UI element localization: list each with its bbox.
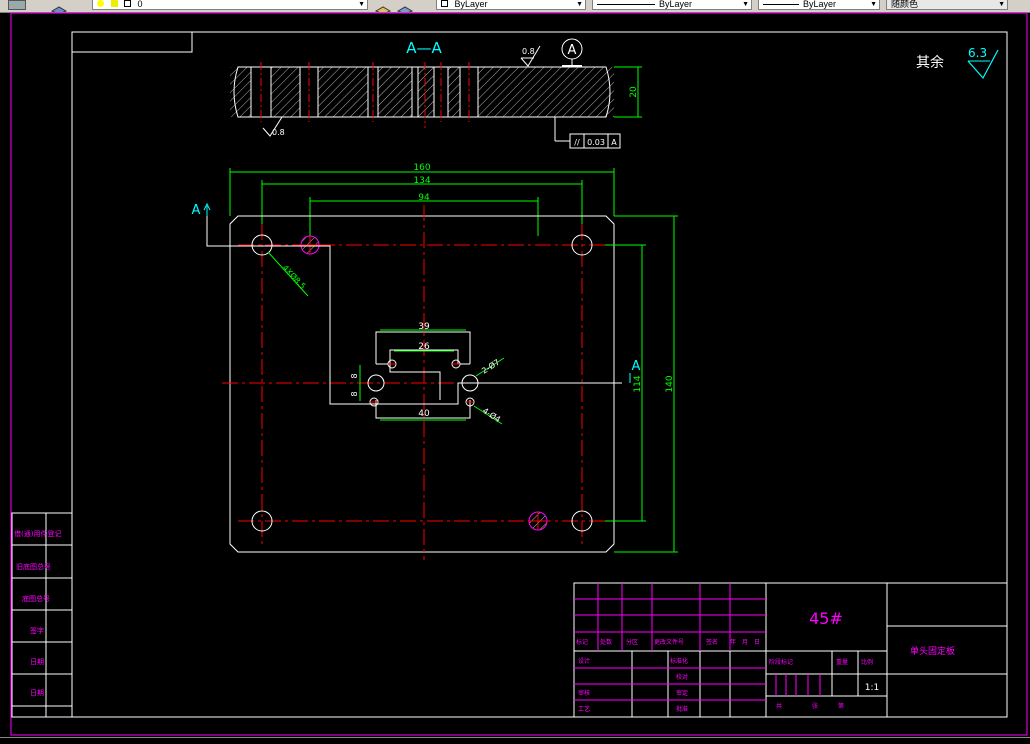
title-block: 45# 单头固定板 1:1 标记 处数 分区 更改文件号 签名 年 月 日 设计…	[573, 582, 1008, 718]
left-sidebar	[11, 512, 73, 718]
layer-value: 0	[137, 0, 143, 9]
dim-140: 140	[665, 375, 675, 392]
row-mark: 日	[754, 639, 760, 646]
chevron-down-icon: ▼	[870, 1, 877, 8]
sidebar-item: 借(通)用件登记	[14, 529, 61, 538]
sun-icon	[110, 0, 118, 7]
color-value: ByLayer	[454, 0, 488, 9]
dim-114: 114	[633, 375, 643, 392]
sidebar-item: 日期	[30, 658, 44, 666]
chevron-down-icon: ▼	[358, 1, 365, 8]
sheet-border	[10, 12, 1028, 736]
chevron-down-icon: ▼	[576, 1, 583, 8]
parallel-symbol: //	[574, 138, 580, 147]
row-mark: 更改文件号	[654, 638, 684, 646]
code-box	[71, 31, 193, 53]
design-label: 设计	[578, 657, 590, 665]
lineweight-value: ByLayer	[803, 0, 837, 9]
material-label: 45#	[809, 609, 843, 628]
make-layer-current-icon[interactable]	[374, 0, 392, 12]
dim-40: 40	[418, 409, 430, 419]
row-mark: 月	[742, 639, 748, 646]
dim-8b: 8	[350, 391, 359, 396]
remainder-roughness-value: 6.3	[968, 46, 987, 60]
chevron-down-icon: ▼	[742, 1, 749, 8]
sidebar-item: 签字	[30, 626, 44, 635]
sidebar-item: 日期	[30, 689, 44, 697]
dim-134: 134	[413, 176, 430, 186]
row-mark: 标记	[576, 638, 588, 646]
scale-value: 1:1	[865, 683, 879, 693]
hole-callout-2: 2-Ø7	[480, 357, 502, 376]
section-label: A—A	[406, 39, 442, 57]
plotstyle-dropdown[interactable]: 随颜色 ▼	[886, 0, 1008, 10]
layer-state-icon[interactable]	[50, 0, 68, 12]
lightbulb-icon	[97, 0, 104, 7]
parallel-tolerance: 0.03	[587, 138, 605, 147]
remainder-roughness: 其余 6.3	[916, 46, 999, 80]
dim-39: 39	[418, 322, 430, 332]
dim-8a: 8	[350, 373, 359, 378]
view-arrow-left: A	[192, 203, 201, 218]
row-mark: 年	[730, 638, 736, 646]
drawing-canvas[interactable]: A—A 20 0.8 A 0.8 // 0.03 A 其余 6.3 160 13…	[0, 12, 1030, 737]
part-name: 单头固定板	[910, 645, 955, 657]
row-mark: 处数	[600, 638, 612, 646]
thickness-dim: 20	[629, 86, 639, 98]
lineweight-dropdown[interactable]: ByLayer ▼	[758, 0, 880, 10]
roughness-bottom: 0.8	[272, 128, 285, 137]
dim-160: 160	[413, 163, 430, 173]
layer-previous-icon[interactable]	[396, 0, 414, 12]
ratio-label: 比例	[861, 658, 873, 666]
hole-callout-1: 4XØ8.5	[281, 263, 308, 291]
color-dropdown[interactable]: ByLayer ▼	[436, 0, 586, 10]
drawing-frame	[71, 31, 1008, 718]
plan-view: 160 134 94 114 140 A A 4XØ8.5 39 26 40 8…	[192, 163, 678, 560]
view-arrow-right: A	[632, 359, 641, 374]
chevron-down-icon: ▼	[998, 1, 1005, 8]
review-label: 审核	[578, 689, 590, 697]
layer-dropdown[interactable]: 0 ▼	[92, 0, 368, 10]
standardize-label: 标准化	[670, 657, 688, 665]
sheets-total-label: 共	[776, 702, 782, 710]
section-view: A—A 20 0.8 A 0.8 // 0.03 A	[230, 38, 642, 149]
plotstyle-value: 随颜色	[891, 0, 919, 9]
dim-26: 26	[418, 342, 430, 352]
sheet-label: 张	[812, 702, 818, 710]
hole-callout-3: 4-Ø4	[481, 405, 503, 424]
roughness-top: 0.8	[522, 47, 535, 56]
color-swatch-icon	[441, 0, 448, 7]
row-mark: 分区	[626, 638, 638, 646]
parallel-datum: A	[611, 138, 617, 147]
datum-label: A	[568, 43, 577, 58]
layer-manager-icon[interactable]	[8, 0, 26, 10]
approve-label: 批准	[676, 705, 688, 713]
linetype-dropdown[interactable]: ByLayer ▼	[592, 0, 752, 10]
audit-label: 审定	[676, 689, 688, 697]
weight-label: 重量	[836, 658, 848, 666]
dim-94: 94	[418, 193, 430, 203]
sheet-no-label: 第	[838, 702, 844, 710]
process-label: 工艺	[578, 705, 590, 713]
linetype-value: ByLayer	[659, 0, 693, 9]
check-label: 校对	[676, 673, 688, 681]
sidebar-item: 旧底图总号	[16, 562, 51, 571]
remainder-label: 其余	[916, 54, 944, 71]
color-swatch-icon	[124, 0, 132, 7]
sidebar-item: 底图总号	[22, 594, 50, 603]
stage-mark-label: 阶段标记	[769, 658, 793, 666]
row-mark: 签名	[706, 638, 718, 646]
